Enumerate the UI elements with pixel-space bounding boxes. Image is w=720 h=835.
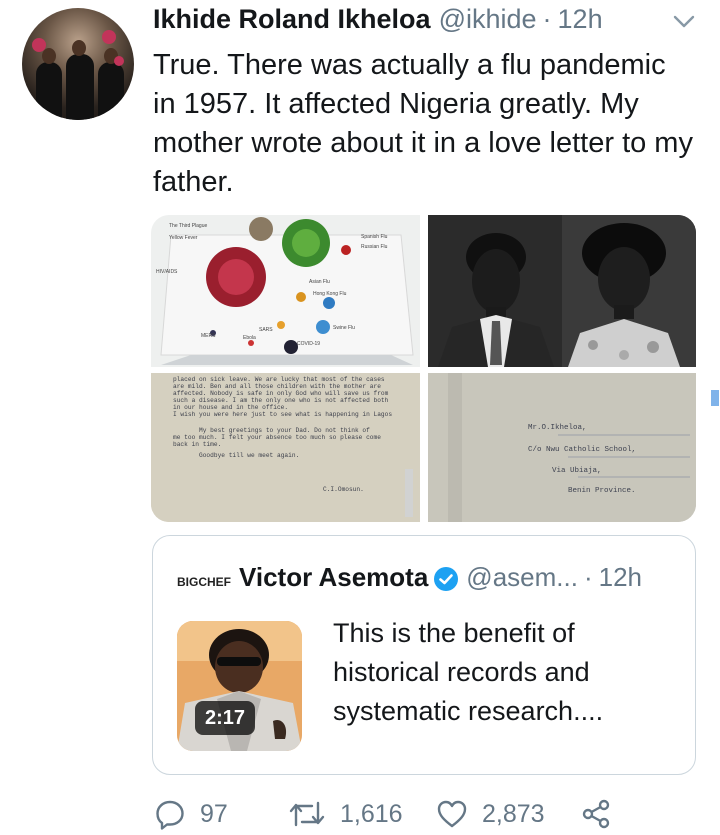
separator-dot: · [542,4,552,34]
infographic-label: SARS [259,327,273,333]
share-icon [582,799,610,829]
letter-line: affected. Nobody is safe in only God who… [173,390,389,397]
infographic-label: The Third Plague [169,223,207,229]
pandemic-infographic: The Third Plague Spanish Flu Yellow Feve… [156,217,414,365]
like-count: 2,873 [482,799,545,828]
quoted-tweet-header: BIGCHEF Victor Asemota @asem... · 12h [177,562,642,596]
media-image-pandemic-infographic[interactable]: The Third Plague Spanish Flu Yellow Feve… [151,215,420,367]
letter-signature: C.I.Omosun. [323,486,364,493]
scroll-indicator [711,390,719,406]
quoted-tweet-text: This is the benefit of historical record… [333,618,604,726]
letter-line: in our house and in the office. [173,404,288,411]
quoted-author-logo: BIGCHEF [177,575,231,589]
quoted-video-thumbnail[interactable]: 2:17 [177,621,302,751]
envelope-line: C/o Nwu Catholic School, [528,446,636,454]
letter-line: My best greetings to your Dad. Do not th… [199,427,370,434]
retweet-button[interactable]: 1,616 [288,795,403,833]
envelope-line: Mr.O.Ikheloa, [528,424,587,432]
letter-line: I wish you were here just to see what is… [173,411,392,418]
retweet-icon [289,801,325,827]
infographic-label: Ebola [243,335,256,341]
tweet-text: True. There was actually a flu pandemic … [153,49,693,198]
infographic-label: Swine Flu [333,325,355,331]
infographic-label: COVID-19 [297,341,320,347]
author-name[interactable]: Ikhide Roland Ikheloa [153,4,431,35]
author-handle[interactable]: @ikhide [439,4,537,35]
quoted-tweet[interactable]: BIGCHEF Victor Asemota @asem... · 12h 2:… [152,535,696,775]
infographic-label: MERS [201,333,216,339]
tweet-actions: 97 1,616 2,873 [152,795,712,833]
portrait-photo [428,215,696,367]
reply-button[interactable]: 97 [154,795,228,833]
retweet-count: 1,616 [340,799,403,828]
letter-line: placed on sick leave. We are lucky that … [173,376,385,383]
tweet-header: Ikhide Roland Ikheloa @ikhide · 12h [153,4,603,38]
author-avatar[interactable] [22,8,134,120]
infographic-label: Spanish Flu [361,234,388,240]
heart-icon [437,800,467,828]
quoted-tweet-timestamp[interactable]: 12h [599,562,642,593]
infographic-label: Yellow Fever [169,235,198,241]
reply-icon [156,800,184,830]
letter-line: me too much. I felt your absence too muc… [173,434,381,441]
envelope-line: Via Ubiaja, [552,467,602,475]
letter-line: such a disease. I am the only one who is… [173,397,389,404]
verified-badge-icon [434,567,459,591]
envelope-line: Benin Province. [568,487,636,495]
quoted-author-handle[interactable]: @asem... [466,562,578,593]
letter-line: Goodbye till we meet again. [199,452,299,459]
media-grid: The Third Plague Spanish Flu Yellow Feve… [151,215,696,522]
tweet-timestamp[interactable]: 12h [558,4,603,35]
media-image-letter[interactable]: placed on sick leave. We are lucky that … [151,373,420,522]
video-duration-badge: 2:17 [195,701,256,735]
infographic-label: Russian Flu [361,244,388,250]
chevron-down-icon[interactable] [672,14,696,30]
letter-image: placed on sick leave. We are lucky that … [151,373,420,522]
quoted-author-name[interactable]: Victor Asemota [239,562,428,593]
envelope-image: Mr.O.Ikheloa, C/o Nwu Catholic School, V… [428,373,696,522]
share-button[interactable] [580,795,612,833]
letter-line: back in time. [173,441,221,448]
reply-count: 97 [200,799,228,828]
infographic-label: Hong Kong Flu [313,291,347,297]
infographic-label: Asian Flu [309,279,330,285]
letter-line: are mild. Ben and all those children wit… [173,383,381,390]
like-button[interactable]: 2,873 [436,795,545,833]
separator-dot: · [583,562,593,592]
media-image-envelope[interactable]: Mr.O.Ikheloa, C/o Nwu Catholic School, V… [428,373,696,522]
media-image-portrait-photo[interactable] [428,215,696,367]
infographic-label: HIV/AIDS [156,269,178,275]
